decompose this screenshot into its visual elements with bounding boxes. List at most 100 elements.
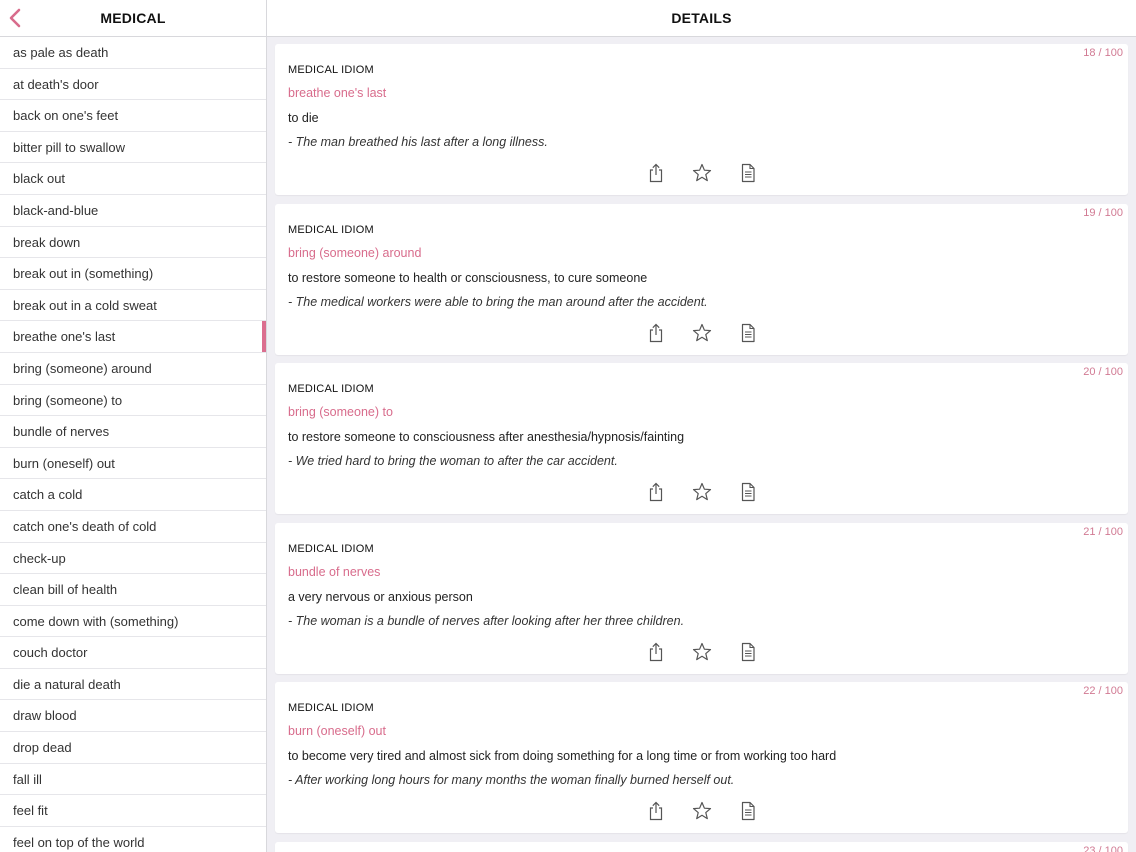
share-button[interactable]	[645, 641, 667, 663]
list-item[interactable]: bring (someone) to	[0, 385, 266, 417]
sidebar-header: MEDICAL	[0, 0, 266, 37]
card-list: 18 / 100 MEDICAL IDIOM breathe one's las…	[267, 37, 1136, 852]
list-item[interactable]: catch one's death of cold	[0, 511, 266, 543]
card-example: - The medical workers were able to bring…	[288, 294, 708, 309]
card-category: MEDICAL IDIOM	[288, 702, 374, 715]
card-definition: to restore someone to health or consciou…	[288, 270, 648, 285]
card-idiom: bundle of nerves	[288, 564, 381, 579]
list-item[interactable]: bitter pill to swallow	[0, 132, 266, 164]
idiom-list: as pale as death at death's door back on o…	[0, 37, 266, 852]
list-item[interactable]: break out in (something)	[0, 258, 266, 290]
note-button[interactable]	[737, 641, 759, 663]
card-definition: to become very tired and almost sick fro…	[288, 749, 837, 764]
list-item[interactable]: bundle of nerves	[0, 416, 266, 448]
card-actions	[275, 322, 1128, 344]
share-icon	[649, 163, 662, 183]
star-icon	[692, 802, 711, 820]
list-item[interactable]: catch a cold	[0, 479, 266, 511]
card-actions	[275, 641, 1128, 663]
idiom-card: 18 / 100 MEDICAL IDIOM breathe one's las…	[275, 44, 1128, 195]
document-icon	[741, 802, 755, 821]
share-button[interactable]	[645, 481, 667, 503]
card-example: - The man breathed his last after a long…	[288, 135, 548, 149]
card-category: MEDICAL IDIOM	[288, 542, 374, 555]
list-item[interactable]: black-and-blue	[0, 195, 266, 227]
card-definition: a very nervous or anxious person	[288, 589, 473, 604]
list-item[interactable]: back on one's feet	[0, 100, 266, 132]
list-item[interactable]: come down with (something)	[0, 606, 266, 638]
list-item[interactable]: feel fit	[0, 795, 266, 827]
note-button[interactable]	[737, 322, 759, 344]
document-icon	[741, 323, 755, 342]
card-counter: 23 / 100	[1083, 844, 1123, 852]
list-item[interactable]: breathe one's last	[0, 321, 266, 353]
card-example: - After working long hours for many mont…	[288, 773, 735, 788]
chevron-left-icon	[9, 8, 21, 28]
list-item[interactable]: drop dead	[0, 732, 266, 764]
sidebar: MEDICAL as pale as death at death's door b…	[0, 0, 267, 852]
card-counter: 22 / 100	[1083, 685, 1123, 698]
list-item[interactable]: break out in a cold sweat	[0, 290, 266, 322]
note-button[interactable]	[737, 162, 759, 184]
list-item[interactable]: break down	[0, 227, 266, 259]
card-counter: 20 / 100	[1083, 366, 1123, 379]
list-item[interactable]: draw blood	[0, 700, 266, 733]
card-counter: 18 / 100	[1083, 47, 1123, 59]
favorite-button[interactable]	[691, 800, 713, 822]
card-actions	[275, 481, 1128, 503]
document-icon	[741, 483, 755, 502]
favorite-button[interactable]	[691, 322, 713, 344]
list-item[interactable]: clean bill of health	[0, 574, 266, 606]
idiom-card: 22 / 100 MEDICAL IDIOM burn (oneself) ou…	[275, 682, 1128, 834]
share-button[interactable]	[645, 800, 667, 822]
document-icon	[741, 163, 755, 183]
idiom-card: 23 / 100	[275, 841, 1128, 852]
card-definition: to die	[288, 111, 319, 125]
card-idiom: breathe one's last	[288, 86, 387, 100]
card-actions	[275, 162, 1128, 184]
share-icon	[649, 323, 662, 342]
idiom-card: 19 / 100 MEDICAL IDIOM bring (someone) a…	[275, 203, 1128, 355]
card-example: - The woman is a bundle of nerves after …	[288, 613, 685, 628]
card-counter: 21 / 100	[1083, 525, 1123, 538]
share-icon	[649, 642, 662, 661]
card-idiom: bring (someone) to	[288, 405, 393, 420]
share-button[interactable]	[645, 162, 667, 184]
back-button[interactable]	[4, 6, 28, 30]
list-item[interactable]: at death's door	[0, 69, 266, 101]
app-window: MEDICAL as pale as death at death's door b…	[0, 0, 1136, 852]
favorite-button[interactable]	[691, 162, 713, 184]
list-item[interactable]: fall ill	[0, 764, 266, 796]
favorite-button[interactable]	[691, 481, 713, 503]
idiom-card: 21 / 100 MEDICAL IDIOM bundle of nerves …	[275, 522, 1128, 674]
detail-title: DETAILS	[671, 10, 732, 26]
card-definition: to restore someone to consciousness afte…	[288, 430, 685, 445]
star-icon	[692, 323, 711, 341]
card-actions	[275, 800, 1128, 822]
card-category: MEDICAL IDIOM	[288, 223, 374, 236]
star-icon	[692, 642, 711, 660]
card-example: - We tried hard to bring the woman to af…	[288, 454, 618, 469]
star-icon	[692, 163, 711, 182]
list-item[interactable]: black out	[0, 163, 266, 195]
share-icon	[649, 482, 662, 502]
note-button[interactable]	[737, 481, 759, 503]
list-item[interactable]: die a natural death	[0, 669, 266, 701]
star-icon	[692, 483, 711, 501]
favorite-button[interactable]	[691, 641, 713, 663]
document-icon	[741, 642, 755, 661]
list-item[interactable]: bring (someone) around	[0, 353, 266, 385]
list-item[interactable]: couch doctor	[0, 637, 266, 669]
card-category: MEDICAL IDIOM	[288, 383, 374, 396]
list-item[interactable]: as pale as death	[0, 37, 266, 69]
detail-pane: DETAILS 18 / 100 MEDICAL IDIOM breathe o…	[267, 0, 1136, 852]
share-button[interactable]	[645, 322, 667, 344]
list-item[interactable]: feel on top of the world	[0, 827, 266, 852]
note-button[interactable]	[737, 800, 759, 822]
card-idiom: burn (oneself) out	[288, 724, 386, 739]
share-icon	[649, 802, 662, 821]
list-item[interactable]: check-up	[0, 543, 266, 575]
card-idiom: bring (someone) around	[288, 245, 422, 260]
card-counter: 19 / 100	[1083, 206, 1123, 219]
list-item[interactable]: burn (oneself) out	[0, 448, 266, 480]
